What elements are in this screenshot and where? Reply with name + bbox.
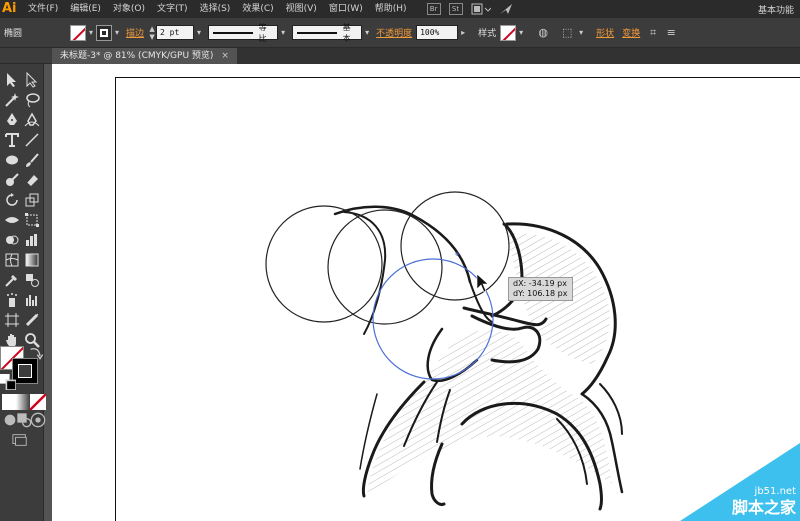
swap-fill-stroke-icon[interactable]: [28, 344, 44, 360]
reference-circles: [265, 191, 510, 325]
bar-graph-tool-icon[interactable]: [24, 292, 40, 308]
control-menu-icon[interactable]: ≡: [662, 25, 680, 41]
close-icon[interactable]: ×: [221, 48, 229, 64]
opacity-dropdown-icon[interactable]: ▸: [458, 28, 468, 37]
arrange-documents-icon[interactable]: [471, 3, 491, 15]
paintbrush-tool-icon[interactable]: [24, 152, 40, 168]
mesh-tool-icon[interactable]: [4, 252, 20, 268]
artboard-tool-icon[interactable]: [4, 312, 20, 328]
fill-swatch[interactable]: [70, 24, 86, 41]
app-logo: Ai: [2, 1, 17, 16]
stroke-weight-dropdown-icon[interactable]: ▾: [194, 28, 204, 37]
toolbox: [0, 64, 47, 521]
transform-label[interactable]: 变换: [618, 26, 644, 39]
free-transform-tool-icon[interactable]: [24, 212, 40, 228]
blend-tool-icon[interactable]: [24, 272, 40, 288]
menu-file[interactable]: 文件(F): [22, 0, 64, 18]
none-mode-icon[interactable]: [29, 393, 47, 411]
color-mode-icon[interactable]: [2, 394, 18, 410]
toolbox-header: [0, 48, 52, 64]
stroke-weight-field[interactable]: 2 pt: [156, 25, 195, 40]
menu-object[interactable]: 对象(O): [107, 0, 151, 18]
screen-mode-icon[interactable]: [12, 432, 30, 446]
eyedropper-tool-icon[interactable]: [4, 272, 20, 288]
ellipse-tool-icon[interactable]: [4, 152, 20, 168]
magic-wand-tool-icon[interactable]: [4, 92, 20, 108]
menu-edit[interactable]: 编辑(E): [64, 0, 107, 18]
document-tab-title: 未标题-3* @ 81% (CMYK/GPU 预览): [60, 51, 214, 61]
menu-icon-group: Br St: [426, 3, 513, 15]
symbol-sprayer-tool-icon[interactable]: [4, 292, 20, 308]
brush-label: 基本: [342, 22, 351, 43]
workspace-switcher[interactable]: 基本功能: [758, 3, 800, 16]
lasso-tool-icon[interactable]: [24, 92, 40, 108]
graphic-style-swatch[interactable]: [500, 24, 517, 41]
delta-y-readout: dY: 106.18 px: [513, 289, 568, 298]
document-tab[interactable]: 未标题-3* @ 81% (CMYK/GPU 预览) ×: [52, 48, 237, 64]
shaper-tool-icon[interactable]: [4, 172, 20, 188]
type-tool-icon[interactable]: [4, 132, 20, 148]
align-dropdown-icon[interactable]: ▾: [576, 28, 586, 37]
width-tool-icon[interactable]: [4, 212, 20, 228]
menu-effect[interactable]: 效果(C): [236, 0, 279, 18]
variable-width-profile[interactable]: 等比: [208, 23, 279, 43]
isolate-icon[interactable]: ⌗: [644, 25, 662, 41]
fill-dropdown-icon[interactable]: ▾: [86, 28, 96, 37]
style-label: 样式: [478, 29, 497, 39]
stroke-dropdown-icon[interactable]: ▾: [112, 28, 122, 37]
column-graph-tool-icon[interactable]: [24, 232, 40, 248]
stroke-swatch[interactable]: [96, 24, 113, 41]
eraser-tool-icon[interactable]: [24, 172, 40, 188]
slice-tool-icon[interactable]: [24, 312, 40, 328]
canvas-pasteboard[interactable]: dX: -34.19 px dY: 106.18 px jb51.net 脚本之…: [52, 64, 800, 521]
scale-tool-icon[interactable]: [24, 192, 40, 208]
menu-type[interactable]: 文字(T): [151, 0, 194, 18]
rotate-tool-icon[interactable]: [4, 192, 20, 208]
profile-label: 等比: [258, 22, 267, 43]
opacity-field[interactable]: 100%: [416, 25, 459, 40]
menu-help[interactable]: 帮助(H): [369, 0, 413, 18]
gpu-performance-icon[interactable]: [499, 3, 513, 15]
menu-window[interactable]: 窗口(W): [323, 0, 369, 18]
stock-icon[interactable]: St: [448, 3, 463, 15]
gradient-mode-icon[interactable]: [16, 394, 32, 410]
style-dropdown-icon[interactable]: ▾: [516, 28, 526, 37]
curvature-tool-icon[interactable]: [24, 112, 40, 128]
stroke-label[interactable]: 描边: [122, 26, 148, 39]
bridge-icon[interactable]: Br: [426, 3, 441, 15]
drag-delta-tooltip: dX: -34.19 px dY: 106.18 px: [508, 277, 573, 301]
pen-tool-icon[interactable]: [4, 112, 20, 128]
illustrator-window: Ai 文件(F) 编辑(E) 对象(O) 文字(T) 选择(S) 效果(C) 视…: [0, 0, 800, 521]
site-watermark: jb51.net 脚本之家: [680, 441, 800, 521]
brush-definition[interactable]: 基本: [292, 23, 363, 43]
draw-normal-icon[interactable]: [2, 412, 16, 426]
menu-view[interactable]: 视图(V): [280, 0, 323, 18]
brush-dropdown-icon[interactable]: ▾: [362, 28, 372, 37]
draw-inside-icon[interactable]: [30, 412, 46, 428]
shape-builder-tool-icon[interactable]: [4, 232, 20, 248]
selection-type-label: 椭圆: [4, 29, 23, 39]
opacity-label[interactable]: 不透明度: [372, 26, 416, 39]
line-segment-tool-icon[interactable]: [24, 132, 40, 148]
selection-tool-icon[interactable]: [4, 72, 20, 88]
direct-selection-tool-icon[interactable]: [24, 71, 40, 88]
draw-behind-icon[interactable]: [16, 412, 32, 428]
watermark-name: 脚本之家: [731, 498, 796, 517]
menu-bar: Ai 文件(F) 编辑(E) 对象(O) 文字(T) 选择(S) 效果(C) 视…: [0, 0, 800, 18]
document-tab-strip: 未标题-3* @ 81% (CMYK/GPU 预览) ×: [52, 48, 800, 64]
align-to-icon[interactable]: ⬚: [558, 25, 576, 41]
stroke-weight-spinner-icon[interactable]: ▲ ▼: [148, 25, 156, 41]
default-colors-icon[interactable]: [0, 374, 17, 391]
control-bar: 椭圆 ▾ ▾ 描边 ▲ ▼ 2 pt ▾ 等比 ▾ 基本 ▾ 不透明度 100% …: [0, 18, 800, 48]
recolor-artwork-icon[interactable]: ◍: [534, 25, 552, 41]
delta-x-readout: dX: -34.19 px: [513, 279, 567, 288]
gradient-tool-icon[interactable]: [24, 252, 40, 268]
profile-dropdown-icon[interactable]: ▾: [278, 28, 288, 37]
shape-label[interactable]: 形状: [592, 26, 618, 39]
menu-select[interactable]: 选择(S): [194, 0, 237, 18]
